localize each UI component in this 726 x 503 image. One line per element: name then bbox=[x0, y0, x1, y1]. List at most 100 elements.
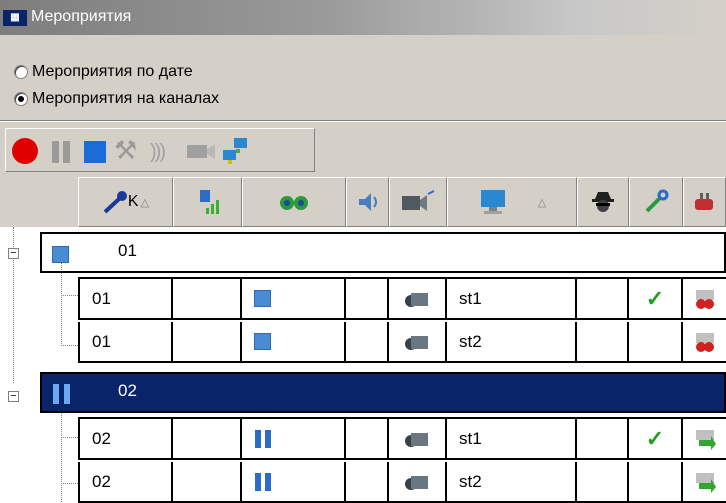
camera-cell bbox=[389, 419, 447, 460]
check-icon: ✓ bbox=[629, 419, 683, 460]
stop-icon bbox=[52, 246, 69, 263]
key-cell: 01 bbox=[78, 279, 173, 320]
events-grid: K △ △ − 01 01 st1 ✓ 01 st2 − 02 02 st1 ✓… bbox=[0, 177, 726, 503]
header-spacer bbox=[0, 177, 78, 227]
status-cell bbox=[683, 322, 726, 363]
station-cell: st2 bbox=[447, 462, 577, 503]
green-status-icon bbox=[695, 472, 716, 493]
monitor-icon bbox=[480, 190, 505, 214]
state-cell bbox=[242, 462, 346, 503]
sort-indicator: △ bbox=[140, 196, 150, 209]
column-spy[interactable] bbox=[577, 177, 629, 227]
radio-by-channels[interactable]: Мероприятия на каналах bbox=[14, 88, 219, 110]
station-cell: st2 bbox=[447, 322, 577, 363]
spy-cell bbox=[577, 419, 629, 460]
state-cell bbox=[242, 322, 346, 363]
tree-line bbox=[61, 295, 78, 296]
spy-icon bbox=[592, 192, 614, 212]
sound-cell bbox=[346, 322, 389, 363]
camera-icon bbox=[405, 335, 428, 350]
key-cell: 02 bbox=[78, 419, 173, 460]
group-row-selected[interactable]: 02 bbox=[40, 372, 726, 413]
status-cell bbox=[683, 419, 726, 460]
column-station[interactable]: △ bbox=[447, 177, 577, 227]
signal-cell bbox=[173, 462, 242, 503]
network-icon[interactable] bbox=[220, 137, 250, 165]
column-key[interactable]: K △ bbox=[78, 177, 173, 227]
column-tool[interactable] bbox=[629, 177, 683, 227]
column-binoculars[interactable] bbox=[242, 177, 346, 227]
group-row[interactable]: 01 bbox=[40, 232, 726, 273]
pause-icon[interactable] bbox=[50, 141, 72, 163]
status-cell bbox=[683, 279, 726, 320]
green-status-icon bbox=[695, 429, 716, 450]
key-cell: 02 bbox=[78, 462, 173, 503]
camera-icon bbox=[402, 190, 435, 211]
collapse-toggle[interactable]: − bbox=[8, 391, 19, 402]
tree-line bbox=[61, 483, 78, 484]
spy-cell bbox=[577, 322, 629, 363]
check-icon: ✓ bbox=[629, 279, 683, 320]
red-status-icon bbox=[695, 332, 714, 352]
title-bar: ▦ Мероприятия bbox=[0, 0, 726, 35]
sound-cell bbox=[346, 419, 389, 460]
column-signal[interactable] bbox=[173, 177, 242, 227]
sound-cell bbox=[346, 279, 389, 320]
binoculars-icon bbox=[280, 196, 308, 210]
group-label: 02 bbox=[118, 381, 137, 400]
stop-icon bbox=[254, 290, 271, 307]
column-key-label: K bbox=[127, 193, 139, 210]
divider bbox=[0, 120, 726, 122]
stop-icon bbox=[254, 333, 271, 350]
signal-cell bbox=[173, 279, 242, 320]
tree-line bbox=[61, 345, 78, 346]
radio-button[interactable] bbox=[14, 65, 28, 79]
pause-icon bbox=[52, 384, 72, 404]
station-cell: st1 bbox=[447, 279, 577, 320]
check-icon bbox=[629, 322, 683, 363]
camera-icon[interactable] bbox=[186, 141, 216, 161]
toolbar: ⚒ ))) bbox=[5, 128, 315, 172]
signal-cell bbox=[173, 419, 242, 460]
station-cell: st1 bbox=[447, 419, 577, 460]
signal-cell bbox=[173, 322, 242, 363]
signal-waves-icon[interactable]: ))) bbox=[150, 141, 180, 169]
plug-icon bbox=[694, 193, 713, 210]
tree-line bbox=[61, 409, 62, 503]
tree-line bbox=[61, 437, 78, 438]
camera-icon bbox=[405, 475, 428, 490]
group-label: 01 bbox=[118, 241, 137, 260]
state-cell bbox=[242, 279, 346, 320]
column-plug[interactable] bbox=[683, 177, 726, 227]
camera-icon bbox=[405, 292, 428, 307]
app-icon: ▦ bbox=[3, 10, 27, 26]
sort-indicator: △ bbox=[537, 196, 547, 209]
radio-label: Мероприятия по дате bbox=[32, 63, 193, 80]
camera-cell bbox=[389, 279, 447, 320]
pause-icon bbox=[254, 472, 272, 491]
spy-cell bbox=[577, 462, 629, 503]
tools-icon[interactable]: ⚒ bbox=[114, 135, 144, 165]
check-icon bbox=[629, 462, 683, 503]
spy-cell bbox=[577, 279, 629, 320]
column-camera[interactable] bbox=[389, 177, 447, 227]
state-cell bbox=[242, 419, 346, 460]
camera-icon bbox=[405, 432, 428, 447]
stop-icon[interactable] bbox=[84, 141, 106, 163]
speaker-icon bbox=[358, 193, 377, 211]
key-icon bbox=[103, 191, 127, 214]
key-cell: 01 bbox=[78, 322, 173, 363]
sound-cell bbox=[346, 462, 389, 503]
status-cell bbox=[683, 462, 726, 503]
collapse-toggle[interactable]: − bbox=[8, 248, 19, 259]
radio-label: Мероприятия на каналах bbox=[32, 90, 220, 107]
camera-cell bbox=[389, 322, 447, 363]
signal-icon bbox=[199, 190, 219, 214]
record-icon[interactable] bbox=[12, 138, 38, 164]
window-title: Мероприятия bbox=[31, 8, 132, 25]
red-status-icon bbox=[695, 289, 714, 309]
column-sound[interactable] bbox=[346, 177, 389, 227]
radio-button-checked[interactable] bbox=[14, 92, 28, 106]
wrench-icon bbox=[645, 189, 669, 213]
radio-by-date[interactable]: Мероприятия по дате bbox=[14, 61, 193, 83]
